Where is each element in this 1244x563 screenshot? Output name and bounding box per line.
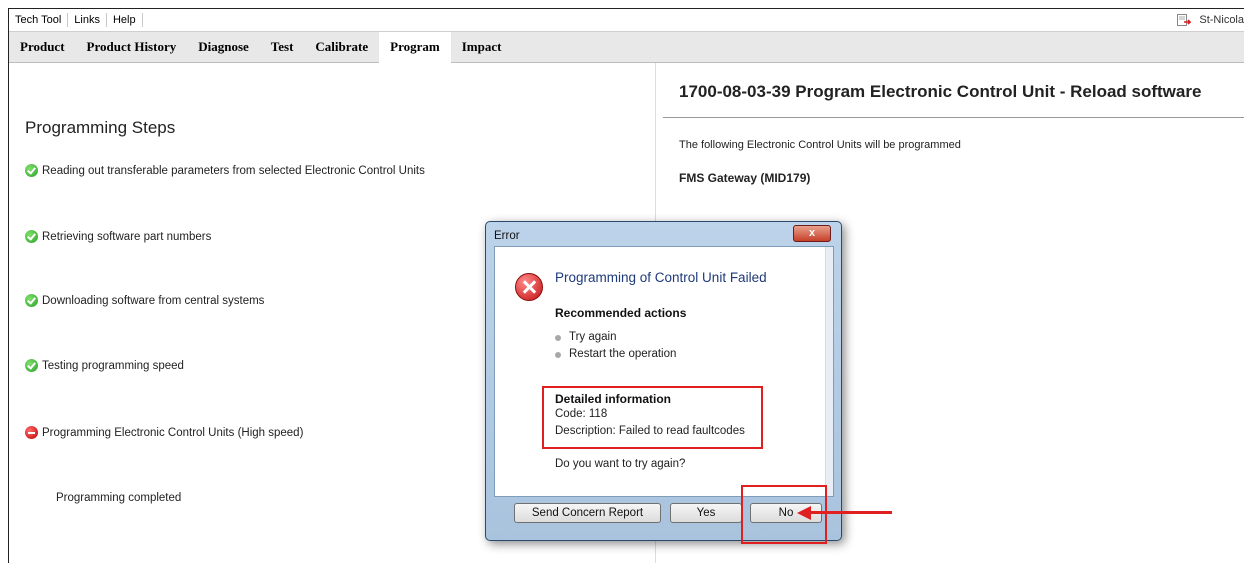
title-rule: [663, 117, 1244, 118]
user-area: St-Nicola: [1177, 9, 1244, 31]
error-code: Code: 118: [555, 408, 608, 420]
close-button[interactable]: x: [793, 225, 831, 242]
logout-icon[interactable]: [1177, 14, 1192, 26]
check-icon: [25, 359, 38, 372]
detail-title: Detailed information: [555, 392, 672, 406]
error-icon: [25, 426, 38, 439]
user-name: St-Nicola: [1199, 14, 1244, 26]
step-item: Reading out transferable parameters from…: [25, 164, 425, 177]
step-label: Programming Electronic Control Units (Hi…: [42, 426, 304, 439]
step-item: Testing programming speed: [25, 359, 184, 372]
send-concern-report-button[interactable]: Send Concern Report: [514, 503, 661, 523]
step-label: Retrieving software part numbers: [42, 230, 212, 243]
menu-tech-tool[interactable]: Tech Tool: [9, 13, 69, 27]
dialog-title: Error: [494, 230, 520, 242]
error-description: Description: Failed to read faultcodes: [555, 425, 745, 437]
tab-calibrate[interactable]: Calibrate: [304, 32, 379, 62]
dialog-body: Programming of Control Unit Failed Recom…: [494, 246, 834, 497]
check-icon: [25, 294, 38, 307]
menu-bar: Tech Tool Links Help St-Nicola: [9, 9, 1244, 32]
step-item: Programming Electronic Control Units (Hi…: [25, 426, 303, 439]
dialog-scrollbar[interactable]: [825, 247, 833, 496]
check-icon: [25, 230, 38, 243]
step-label: Downloading software from central system…: [42, 294, 265, 307]
tab-product[interactable]: Product: [9, 32, 76, 62]
step-label: Reading out transferable parameters from…: [42, 164, 425, 177]
error-icon: [515, 273, 543, 301]
yes-button[interactable]: Yes: [670, 503, 742, 523]
tab-bar: Product Product History Diagnose Test Ca…: [9, 31, 1244, 63]
arrow-shaft: [805, 511, 892, 514]
recommended-title: Recommended actions: [555, 306, 687, 320]
tab-diagnose[interactable]: Diagnose: [187, 32, 260, 62]
error-heading: Programming of Control Unit Failed: [555, 270, 767, 285]
menu-links[interactable]: Links: [68, 13, 107, 27]
step-item: Downloading software from central system…: [25, 294, 264, 307]
check-icon: [25, 164, 38, 177]
recommended-item: Try again: [555, 331, 617, 343]
steps-title: Programming Steps: [25, 118, 176, 137]
tab-product-history[interactable]: Product History: [76, 32, 188, 62]
arrow-left-icon: [797, 506, 811, 520]
ecu-description: The following Electronic Control Units w…: [679, 139, 961, 151]
retry-question: Do you want to try again?: [555, 458, 686, 470]
recommended-item: Restart the operation: [554, 348, 677, 360]
programming-completed: Programming completed: [56, 492, 182, 504]
no-button-highlight-box: [741, 485, 827, 544]
step-item: Retrieving software part numbers: [25, 230, 211, 243]
tab-program[interactable]: Program: [379, 31, 451, 63]
page-title: 1700-08-03-39 Program Electronic Control…: [679, 82, 1202, 101]
menu-help[interactable]: Help: [107, 13, 143, 27]
step-label: Testing programming speed: [42, 359, 184, 372]
tab-impact[interactable]: Impact: [451, 32, 513, 62]
tab-test[interactable]: Test: [260, 32, 305, 62]
ecu-name: FMS Gateway (MID179): [679, 171, 811, 185]
